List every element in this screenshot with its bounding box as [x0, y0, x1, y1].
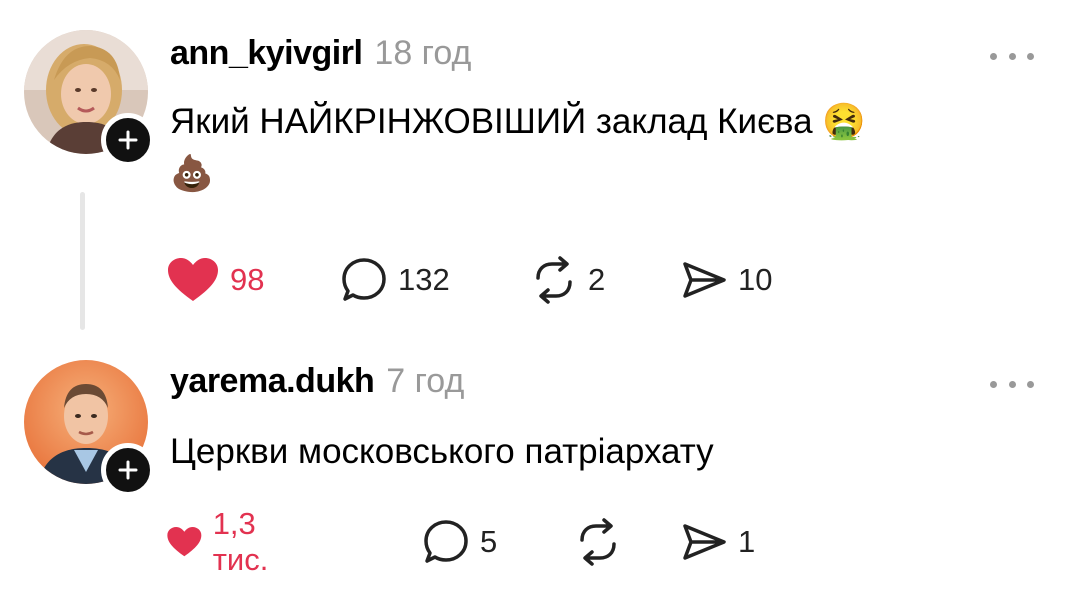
- comment-count: 5: [480, 524, 498, 559]
- more-options-button[interactable]: [990, 46, 1034, 66]
- more-options-button[interactable]: [990, 374, 1034, 394]
- username[interactable]: ann_kyivgirl: [170, 34, 363, 73]
- repost-icon: [580, 518, 616, 566]
- post-ann-kyivgirl: ann_kyivgirl 18 год Який НАЙКРІНЖОВІШИЙ …: [0, 0, 1080, 340]
- share-icon: [683, 524, 726, 560]
- comment-icon: [424, 520, 468, 563]
- like-count: 1,3 тис.: [212, 506, 269, 577]
- comment-button[interactable]: 132: [340, 254, 450, 306]
- repost-icon: [536, 256, 572, 304]
- share-icon: [683, 262, 726, 298]
- follow-button[interactable]: [101, 443, 155, 497]
- more-icon: [990, 380, 997, 388]
- post-header: yarema.dukh 7 год: [170, 362, 464, 412]
- post-text: Який НАЙКРІНЖОВІШИЙ заклад Києва 🤮 💩: [170, 102, 866, 193]
- plus-icon: [118, 460, 138, 480]
- comment-count: 132: [398, 262, 450, 297]
- thread-line: [80, 192, 85, 330]
- like-button[interactable]: 98: [166, 254, 264, 306]
- comment-button[interactable]: 5: [422, 516, 497, 568]
- share-button[interactable]: 10: [680, 254, 772, 306]
- share-button[interactable]: 1: [680, 516, 755, 568]
- timestamp: 18 год: [374, 34, 472, 72]
- heart-icon: [167, 527, 202, 557]
- share-count: 1: [738, 524, 756, 559]
- timestamp: 7 год: [386, 362, 465, 400]
- plus-icon: [118, 130, 138, 150]
- post-yarema-dukh: yarema.dukh 7 год Церкви московського па…: [0, 340, 1080, 604]
- repost-count: 2: [588, 262, 606, 297]
- like-count: 98: [230, 262, 265, 297]
- share-count: 10: [738, 262, 773, 297]
- username[interactable]: yarema.dukh: [170, 362, 375, 401]
- post-text: Церкви московського патріархату: [170, 432, 714, 471]
- repost-button[interactable]: [574, 516, 622, 568]
- nauseated-face-emoji: 🤮: [822, 102, 866, 141]
- repost-button[interactable]: 2: [530, 254, 605, 306]
- avatar-container: [24, 360, 155, 497]
- follow-button[interactable]: [101, 113, 155, 167]
- more-icon: [990, 52, 997, 60]
- poop-emoji: 💩: [170, 154, 214, 193]
- like-button[interactable]: 1,3 тис.: [166, 506, 286, 577]
- avatar-container: [24, 30, 155, 167]
- heart-icon: [168, 258, 218, 301]
- comment-icon: [342, 258, 386, 301]
- post-header: ann_kyivgirl 18 год: [170, 34, 471, 84]
